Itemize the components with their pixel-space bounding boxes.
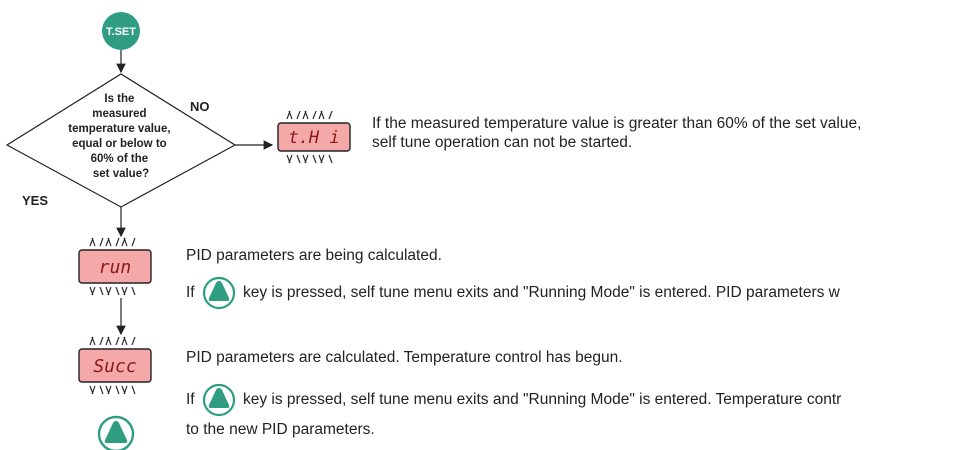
display-succ: Succ xyxy=(78,336,152,395)
note-run-line-2-prefix: If xyxy=(186,284,195,301)
note-succ-line-1: PID parameters are calculated. Temperatu… xyxy=(186,349,623,366)
note-run-line-1: PID parameters are being calculated. xyxy=(186,247,442,264)
flowchart: T.SET Is the measured temperature value,… xyxy=(5,12,351,450)
note-succ-line-2-prefix: If xyxy=(186,391,195,408)
start-label: T.SET xyxy=(106,26,136,38)
decision-line-2: measured xyxy=(92,108,146,120)
display-run-text: run xyxy=(99,257,132,278)
display-succ-text: Succ xyxy=(93,356,136,377)
display-high: t.H i xyxy=(277,110,351,164)
note-succ-line-3: to the new PID parameters. xyxy=(186,421,375,438)
up-triangle-key-icon[interactable] xyxy=(202,383,236,417)
up-triangle-key-icon[interactable] xyxy=(97,415,135,450)
note-high-line-2: self tune operation can not be started. xyxy=(372,134,633,151)
decision-line-3: temperature value, xyxy=(68,123,170,135)
up-triangle-key-icon[interactable] xyxy=(202,276,236,310)
note-run-line-2-rest: key is pressed, self tune menu exits and… xyxy=(243,284,840,301)
display-high-text: t.H i xyxy=(288,128,339,148)
no-label: NO xyxy=(190,99,210,114)
display-run: run xyxy=(78,237,152,296)
yes-label: YES xyxy=(22,193,48,208)
decision-node: Is the measured temperature value, equal… xyxy=(5,73,237,208)
start-node: T.SET xyxy=(102,12,140,50)
decision-line-6: set value? xyxy=(93,168,149,180)
decision-line-1: Is the xyxy=(104,93,134,105)
decision-line-4: equal or below to xyxy=(72,138,167,150)
note-succ-line-2-rest: key is pressed, self tune menu exits and… xyxy=(243,391,842,408)
decision-line-5: 60% of the xyxy=(91,153,149,165)
note-high-line-1: If the measured temperature value is gre… xyxy=(372,115,862,132)
